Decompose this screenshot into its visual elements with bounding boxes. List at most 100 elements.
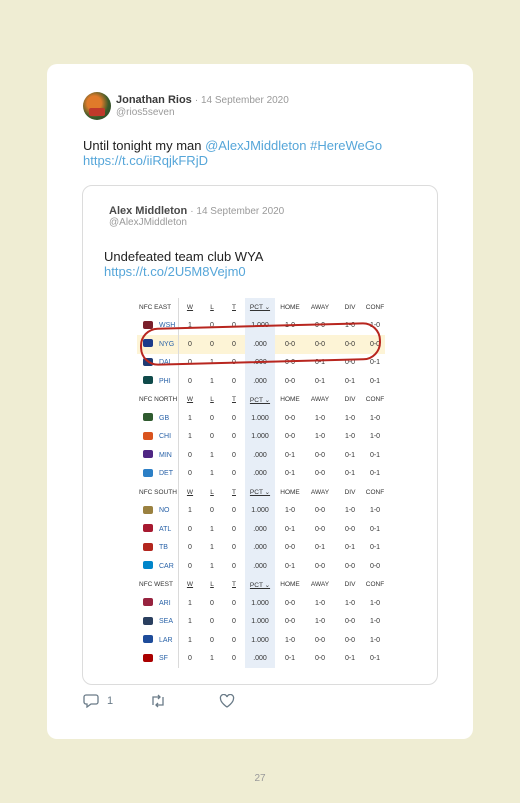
team-abbr[interactable]: ATL [159,520,179,539]
cell-t: 0 [232,636,236,644]
column-header-w: W [178,298,201,317]
team-abbr[interactable]: MIN [159,446,179,465]
team-abbr[interactable]: LAR [159,631,179,650]
cell-w: 1 [178,427,201,446]
cell-div: 0-1 [344,377,356,385]
cell-l: 0 [210,414,214,422]
cell-t: 0 [232,599,236,607]
table-row[interactable]: ATL 0 1 0.000 0-1 0-0 0-0 0-1 [137,520,385,539]
table-row[interactable]: DET 0 1 0.000 0-1 0-0 0-1 0-1 [137,464,385,484]
cell-conf: 1-0 [369,618,381,626]
column-header-conf: CONF [365,488,385,496]
team-logo-icon [137,631,159,650]
author-name[interactable]: Jonathan Rios [116,94,192,106]
cell-l: 1 [210,544,214,552]
team-abbr[interactable]: SEA [159,613,179,632]
team-abbr[interactable]: NO [159,502,179,521]
avatar[interactable] [83,92,111,120]
table-row[interactable]: CHI 1 0 0 1.000 0-0 1-0 1-0 1-0 [137,427,385,447]
cell-w: 1 [178,594,201,613]
quote-author-handle[interactable]: @AlexJMiddleton [109,217,187,228]
cell-t: 0 [232,544,236,552]
cell-div: 0-0 [344,525,356,533]
column-header-w: W [178,390,201,409]
cell-l: 0 [210,618,214,626]
cell-w: 0 [178,557,201,576]
cell-pct: 1.000 [245,427,275,446]
cell-t: 0 [232,470,236,478]
column-header-pct[interactable]: PCT ⌄ [245,298,275,317]
column-header-pct[interactable]: PCT ⌄ [245,390,275,409]
team-logo-icon [137,372,159,391]
reply-button[interactable] [83,694,99,711]
cell-home: 0-1 [284,525,296,533]
cell-away: 1-0 [314,414,326,422]
team-logo-icon [143,616,153,625]
quote-author-line: Alex Middleton · 14 September 2020 [109,205,284,217]
cell-l: 0 [210,507,214,515]
like-button[interactable] [219,693,235,711]
table-row[interactable]: ARI 1 0 0 1.000 0-0 1-0 1-0 1-0 [137,594,385,613]
team-logo-icon [137,409,159,428]
mention-link[interactable]: @AlexJMiddleton [205,138,306,153]
team-abbr[interactable]: PHI [159,372,179,391]
quote-author-name[interactable]: Alex Middleton [109,205,187,217]
tweet-card: Jonathan Rios · 14 September 2020 @rios5… [47,64,473,739]
division-name: NFC NORTH [139,396,178,404]
cell-pct: .000 [245,538,275,557]
cell-t: 0 [232,414,236,422]
table-row[interactable]: NO 1 0 0 1.000 1-0 0-0 1-0 1-0 [137,501,385,521]
table-row[interactable]: GB 1 0 0 1.000 0-0 1-0 1-0 1-0 [137,409,385,428]
team-abbr[interactable]: GB [159,409,179,428]
team-logo-icon [137,539,159,558]
team-abbr[interactable]: ARI [159,594,179,613]
cell-div: 1-0 [344,507,356,515]
cell-conf: 0-1 [369,377,381,385]
cell-t: 0 [232,451,236,459]
cell-away: 0-0 [314,525,326,533]
table-row[interactable]: SEA 1 0 0 1.000 0-0 1-0 0-0 1-0 [137,612,385,632]
team-logo-icon [137,428,159,447]
cell-t: 0 [232,507,236,515]
cell-away: 1-0 [314,618,326,626]
column-header-pct[interactable]: PCT ⌄ [245,483,275,502]
cell-pct: .000 [245,649,275,668]
team-logo-icon [143,413,153,422]
team-logo-icon [137,446,159,465]
table-row[interactable]: SF 0 1 0.000 0-1 0-0 0-1 0-1 [137,649,385,669]
team-abbr[interactable]: DET [159,465,179,484]
cell-conf: 1-0 [369,599,381,607]
team-abbr[interactable]: TB [159,539,179,558]
cell-div: 1-0 [344,433,356,441]
table-row[interactable]: TB 0 1 0.000 0-0 0-1 0-1 0-1 [137,538,385,558]
cell-away: 0-0 [314,655,326,663]
cell-div: 0-1 [344,470,356,478]
division-header-row: NFC WEST W L T PCT ⌄ HOME AWAY DIV CONF [137,575,385,594]
cell-t: 0 [232,562,236,570]
retweet-button[interactable] [149,694,167,711]
cell-home: 0-1 [284,655,296,663]
team-logo-icon [137,594,159,613]
tweet-text-plain: Until tonight my man [83,138,206,153]
column-header-pct[interactable]: PCT ⌄ [245,575,275,594]
author-handle[interactable]: @rios5seven [116,107,175,118]
team-abbr[interactable]: CAR [159,557,179,576]
column-header-w: W [178,483,201,502]
team-logo-icon [143,653,153,662]
team-abbr[interactable]: CHI [159,428,179,447]
hashtag-link[interactable]: #HereWeGo [310,138,382,153]
table-row[interactable]: MIN 0 1 0.000 0-1 0-0 0-1 0-1 [137,446,385,465]
table-row[interactable]: LAR 1 0 0 1.000 1-0 0-0 0-0 1-0 [137,631,385,650]
team-logo-icon [143,635,153,644]
team-logo-icon [137,502,159,521]
cell-home: 1-0 [284,507,296,515]
table-row[interactable]: PHI 0 1 0.000 0-0 0-1 0-1 0-1 [137,372,385,391]
table-row[interactable]: CAR 0 1 0.000 0-1 0-0 0-0 0-0 [137,557,385,576]
cell-away: 0-0 [314,507,326,515]
quote-url-link[interactable]: https://t.co/2U5M8Vejm0 [104,264,246,279]
tweet-url-link[interactable]: https://t.co/iiRqjkFRjD [83,153,208,168]
quoted-tweet[interactable]: Alex Middleton · 14 September 2020 @Alex… [82,185,438,685]
team-abbr[interactable]: SF [159,650,179,669]
team-logo-icon [137,650,159,669]
team-logo-icon [143,524,153,533]
